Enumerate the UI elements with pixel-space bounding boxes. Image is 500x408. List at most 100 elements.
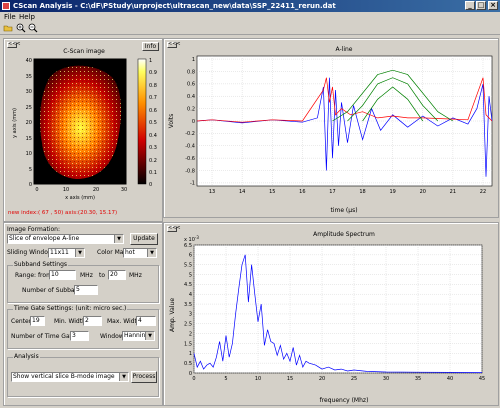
spectrum-ytick-label: 2 <box>189 331 192 337</box>
aline-xtick-label: 14 <box>239 189 245 195</box>
colorbar-tick: 0.5 <box>149 120 157 126</box>
colorbar-tick: 0.3 <box>149 145 157 151</box>
image-formation-value: Slice of envelope A-line <box>9 235 80 242</box>
aline-xtick-label: 15 <box>269 189 275 195</box>
process-button[interactable]: Process <box>131 371 157 383</box>
mhz-label: MHz <box>129 272 142 279</box>
spectrum-ytick-label: 4 <box>189 292 192 298</box>
spectrum-ytick-label: 3 <box>189 312 192 318</box>
min-width-input[interactable]: 2 <box>83 316 102 326</box>
image-formation-label: Image Formation: <box>7 226 61 233</box>
color-map-select[interactable]: hot ▼ <box>123 248 157 258</box>
cscan-xlabel: x axis (mm) <box>65 195 95 201</box>
aline-ytick-label: -0.6 <box>185 156 195 162</box>
menu-file[interactable]: File <box>4 12 16 22</box>
aline-xtick-label: 19 <box>389 189 395 195</box>
aline-ytick-label: 0.2 <box>187 106 195 112</box>
window-title: CScan Analysis - C:\dF\PStudy\urproject\… <box>13 2 336 10</box>
spectrum-ytick-label: 0 <box>189 371 192 377</box>
spectrum-panel: <<< Amplitude Spectrum x 10-3 frequency … <box>163 222 499 406</box>
cscan-ytick: 35 <box>26 74 32 80</box>
spectrum-ytick-label: 5 <box>189 272 192 278</box>
aline-xtick-label: 16 <box>299 189 305 195</box>
range-from-input[interactable]: 10 <box>49 270 76 280</box>
spectrum-xtick-label: 0 <box>192 376 195 382</box>
range-to-label: to <box>99 272 106 279</box>
aline-xtick-label: 21 <box>450 189 456 195</box>
image-formation-select[interactable]: Slice of envelope A-line ▼ <box>7 234 124 244</box>
time-gate-settings-group: Time Gate Settings: (unit: micro sec.) C… <box>7 305 159 349</box>
colorbar-tick: 0.9 <box>149 70 157 76</box>
aline-xtick-label: 20 <box>420 189 426 195</box>
cscan-xtick: 20 <box>93 187 99 193</box>
sliding-window-value: 11x11 <box>50 249 69 256</box>
spectrum-ylabel: Amp. Value <box>169 298 176 332</box>
window-select[interactable]: Hanning ▼ <box>122 331 155 341</box>
zoom-in-icon[interactable] <box>16 23 26 33</box>
chevron-down-icon: ▼ <box>145 332 154 340</box>
zoom-out-icon[interactable] <box>28 23 38 33</box>
aline-xtick-label: 22 <box>480 189 486 195</box>
analysis-group: Analysis Show vertical slice B-mode imag… <box>7 353 159 397</box>
analysis-select-value: Show vertical slice B-mode image <box>13 373 115 380</box>
mhz-label: MHz <box>80 272 93 279</box>
cscan-ytick: 15 <box>26 136 32 142</box>
cscan-ytick: 10 <box>26 151 32 157</box>
aline-xtick-label: 17 <box>329 189 335 195</box>
aline-chart: A-line time (µs) Volts 13 14 15 16 17 18 19 20 2… <box>168 46 493 214</box>
chevron-down-icon: ▼ <box>147 249 156 257</box>
cscan-title: C-Scan image <box>63 48 105 55</box>
minimize-button[interactable]: _ <box>465 1 475 10</box>
update-button[interactable]: Update <box>130 233 158 245</box>
sliding-window-select[interactable]: 11x11 ▼ <box>48 248 85 258</box>
aline-ytick-label: 0.4 <box>187 94 195 100</box>
colorbar-tick: 0.7 <box>149 95 157 101</box>
aline-ytick-label: -0.2 <box>185 131 195 137</box>
spectrum-xtick-label: 20 <box>319 376 325 382</box>
analysis-select[interactable]: Show vertical slice B-mode image ▼ <box>11 372 129 382</box>
aline-ytick-label: 1 <box>192 57 195 63</box>
range-to-input[interactable]: 20 <box>108 270 126 280</box>
colorbar-tick: 0.4 <box>149 133 157 139</box>
num-gates-input[interactable]: 3 <box>70 331 89 341</box>
aline-ytick-label: -1 <box>190 181 195 187</box>
spectrum-ytick-label: 1.5 <box>184 341 192 347</box>
colorbar-tick: 0 <box>149 182 152 188</box>
spectrum-ytick-label: 5.5 <box>184 262 192 268</box>
menu-help[interactable]: Help <box>19 12 35 22</box>
center-input[interactable]: 19 <box>30 316 45 326</box>
toolbar <box>0 22 500 35</box>
aline-xtick-label: 18 <box>359 189 365 195</box>
spectrum-ytick-label: 4.5 <box>184 282 192 288</box>
cscan-ytick: 40 <box>26 58 32 64</box>
spectrum-xtick-label: 35 <box>415 376 421 382</box>
maximize-button[interactable]: □ <box>476 1 486 10</box>
num-subbands-input[interactable]: 5 <box>74 285 98 295</box>
aline-title: A-line <box>336 46 353 53</box>
max-width-input[interactable]: 4 <box>136 316 156 326</box>
open-folder-icon[interactable] <box>3 23 13 33</box>
cscan-xtick: 0 <box>35 187 38 193</box>
aline-ytick-label: -0.4 <box>185 144 195 150</box>
cscan-ytick: 30 <box>26 89 32 95</box>
spectrum-xtick-label: 30 <box>383 376 389 382</box>
close-button[interactable]: × <box>488 1 498 10</box>
cscan-ytick: 0 <box>29 182 32 188</box>
cscan-xtick: 30 <box>121 187 127 193</box>
aline-ytick-label: 0.8 <box>187 69 195 75</box>
cscan-ytick: 20 <box>26 120 32 126</box>
spectrum-ytick-label: 2.5 <box>184 322 192 328</box>
spectrum-title: Amplitude Spectrum <box>313 231 375 238</box>
aline-ytick-label: 0.6 <box>187 82 195 88</box>
new-index-readout: new index:( 67 , 50) axis:(20.30, 15.17) <box>8 210 117 216</box>
time-gate-title: Time Gate Settings: (unit: micro sec.) <box>13 305 128 312</box>
spectrum-plot-area[interactable] <box>193 244 483 374</box>
spectrum-ytick-label: 0.5 <box>184 361 192 367</box>
colorbar-tick: 0.6 <box>149 108 157 114</box>
colorbar-tick: 0.2 <box>149 158 157 164</box>
cscan-xtick: 10 <box>63 187 69 193</box>
spectrum-xtick-label: 25 <box>351 376 357 382</box>
cscan-colorbar <box>137 58 147 185</box>
spectrum-xtick-label: 10 <box>255 376 261 382</box>
aline-panel: <<< A-line time (µs) Volts 13 14 15 16 17 18 1… <box>163 38 499 218</box>
